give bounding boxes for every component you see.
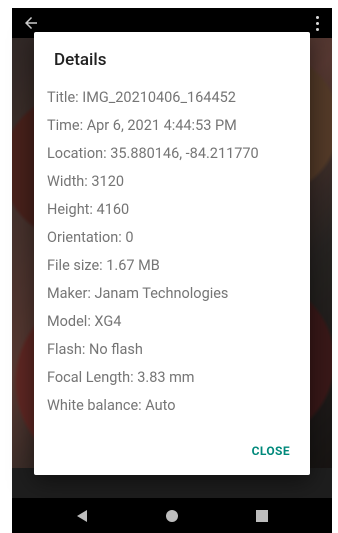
details-dialog: Details Title: IMG_20210406_164452 Time:… <box>34 32 310 475</box>
detail-location: Location: 35.880146, -84.211770 <box>47 145 259 162</box>
nav-recents-icon <box>256 510 268 522</box>
nav-recents-button[interactable] <box>232 498 292 533</box>
nav-home-icon <box>166 510 178 522</box>
more-vert-icon[interactable] <box>310 14 324 32</box>
details-list: Title: IMG_20210406_164452 Time: Apr 6, … <box>47 84 259 420</box>
nav-back-icon <box>77 510 87 522</box>
detail-height: Height: 4160 <box>47 201 130 218</box>
detail-model: Model: XG4 <box>47 313 122 330</box>
detail-maker: Maker: Janam Technologies <box>47 285 229 302</box>
dialog-title: Details <box>54 50 107 70</box>
nav-back-button[interactable] <box>52 498 112 533</box>
detail-title: Title: IMG_20210406_164452 <box>47 89 236 106</box>
close-button[interactable]: CLOSE <box>252 444 290 458</box>
detail-flash: Flash: No flash <box>47 341 143 358</box>
system-nav-bar <box>12 498 332 533</box>
detail-time: Time: Apr 6, 2021 4:44:53 PM <box>47 117 237 134</box>
detail-white-balance: White balance: Auto <box>47 397 176 414</box>
detail-orientation: Orientation: 0 <box>47 229 134 246</box>
nav-home-button[interactable] <box>142 498 202 533</box>
back-arrow-icon[interactable] <box>22 14 40 32</box>
detail-focal-length: Focal Length: 3.83 mm <box>47 369 195 386</box>
detail-file-size: File size: 1.67 MB <box>47 257 160 274</box>
detail-width: Width: 3120 <box>47 173 125 190</box>
